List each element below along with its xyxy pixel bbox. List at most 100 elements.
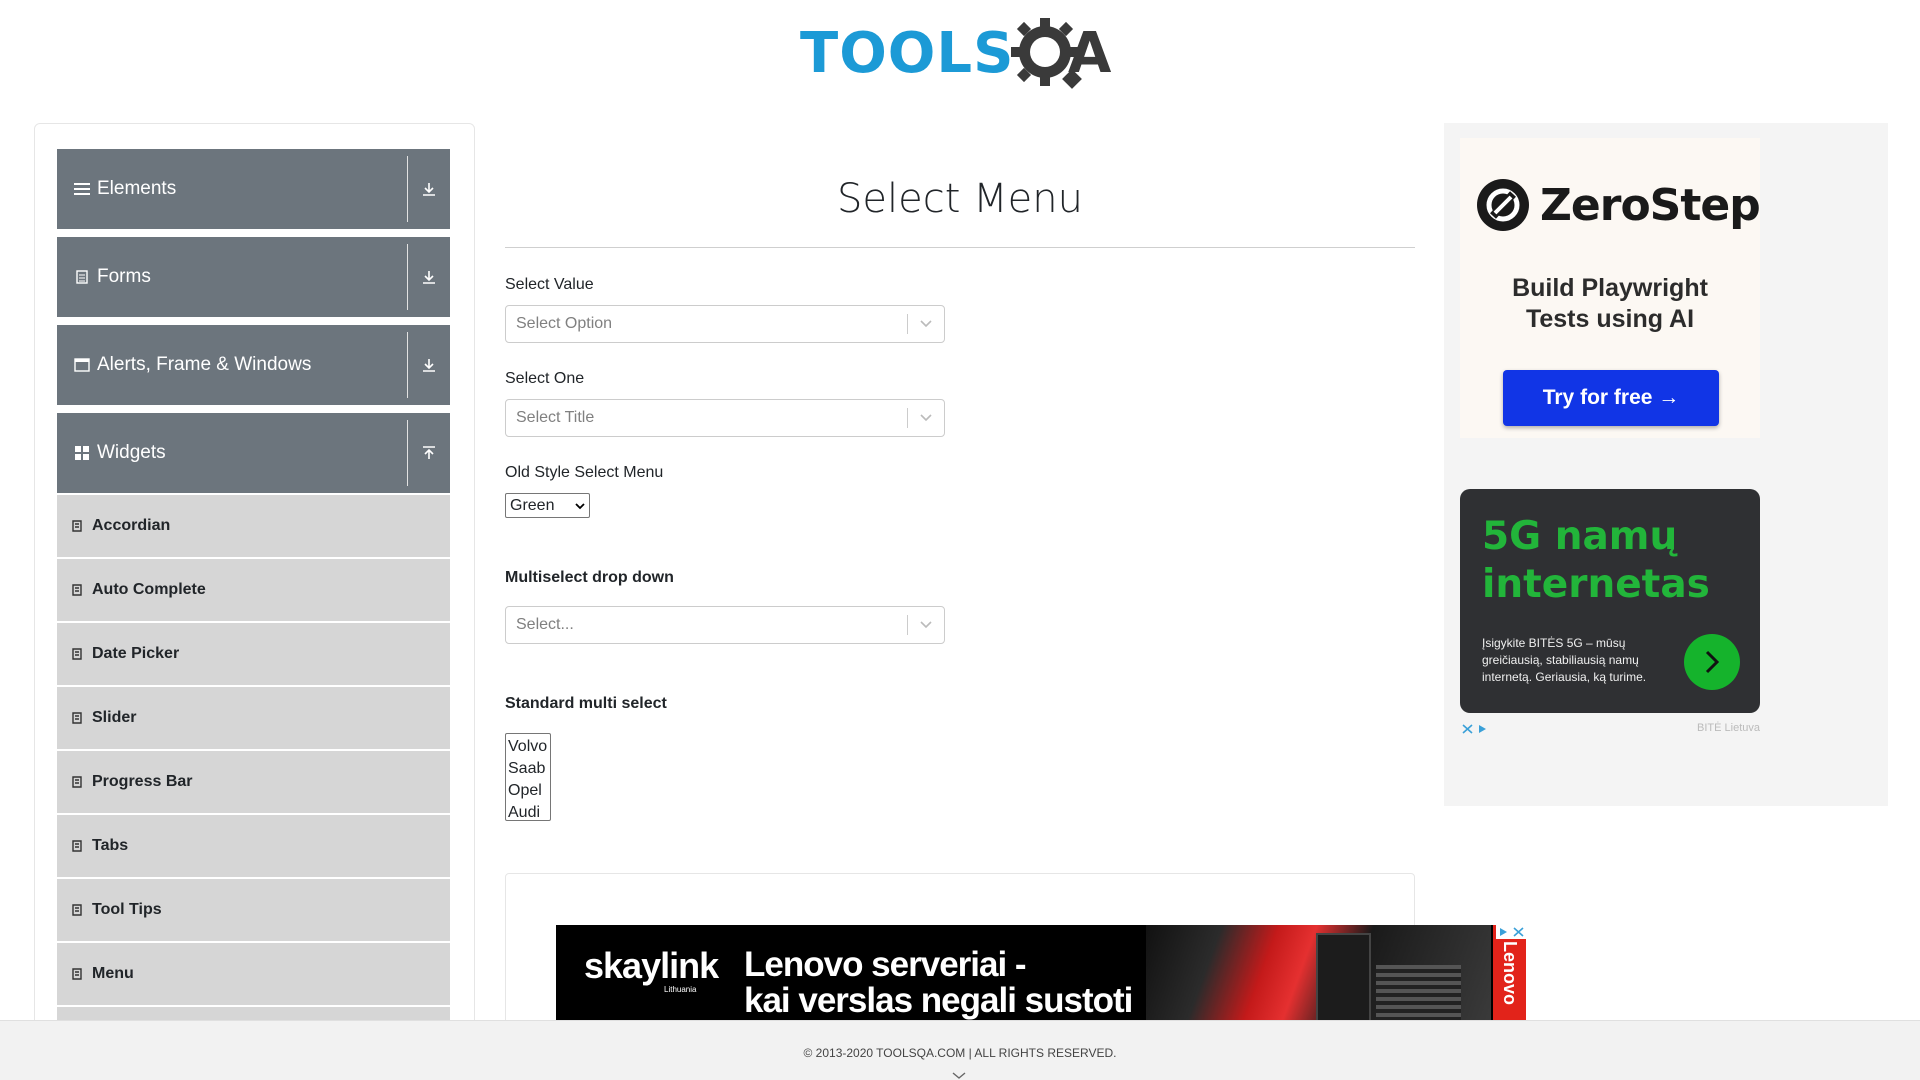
sidebar-group-forms[interactable]: Forms	[57, 237, 450, 317]
multi-select-option[interactable]: Audi	[506, 802, 550, 824]
collapse-up-icon[interactable]	[408, 446, 450, 460]
right-ad: ZeroStep Build Playwright Tests using AI…	[1444, 123, 1888, 806]
zerostep-logo: ZeroStep	[1476, 178, 1761, 232]
sidebar-group-label: Alerts, Frame & Windows	[97, 354, 312, 375]
ad-info-icon[interactable]	[1475, 722, 1490, 736]
old-style-select-value: Green	[510, 496, 555, 514]
sidebar-item-label: Menu	[92, 965, 134, 982]
multiselect-dropdown[interactable]: Select...	[505, 606, 945, 644]
sidebar-item-auto-complete[interactable]: Auto Complete	[57, 559, 450, 621]
document-icon	[73, 268, 91, 286]
standard-multi-select[interactable]: Volvo Saab Opel Audi	[505, 733, 551, 821]
old-style-select[interactable]: Green	[505, 493, 590, 518]
list-item-icon	[72, 711, 84, 725]
zerostep-logo-icon	[1477, 179, 1529, 231]
banner-brand: skaylink	[584, 945, 719, 986]
ad-close-icon[interactable]	[1460, 722, 1475, 736]
zerostep-tagline-line: Build Playwright	[1512, 274, 1708, 302]
sidebar-item-slider[interactable]: Slider	[57, 687, 450, 749]
window-icon	[73, 356, 91, 374]
sidebar-group-widgets[interactable]: Widgets	[57, 413, 450, 493]
sidebar-group-elements[interactable]: Elements	[57, 149, 450, 229]
expand-down-icon[interactable]	[408, 270, 450, 284]
select-one-label: Select One	[505, 370, 585, 387]
chevron-down-icon	[571, 502, 589, 510]
sidebar-item-menu[interactable]: Menu	[57, 943, 450, 1005]
sidebar-item-label: Accordian	[92, 517, 171, 534]
sidebar-item-label: Auto Complete	[92, 581, 206, 598]
select-one-dropdown[interactable]: Select Title	[505, 399, 945, 437]
logo-text-tools: TOOLS	[800, 21, 1015, 86]
expand-down-icon[interactable]	[408, 358, 450, 372]
sidebar-group-label: Widgets	[97, 442, 166, 463]
sidebar-item-accordian[interactable]: Accordian	[57, 495, 450, 557]
sidebar-item-label: Date Picker	[92, 645, 180, 662]
left-sidebar: Elements Forms Alerts, Frame & Windows W…	[34, 123, 475, 1080]
multiselect-placeholder: Select...	[516, 616, 574, 633]
chevron-right-icon	[1705, 650, 1720, 674]
multi-select-option[interactable]: Saab	[506, 758, 550, 780]
banner-ad[interactable]: skaylink Lithuania Lenovo serveriai - ka…	[556, 925, 1526, 1022]
multiselect-label: Multiselect drop down	[505, 569, 674, 586]
zerostep-tagline: Build Playwright Tests using AI	[1460, 273, 1760, 335]
chevron-down-icon[interactable]	[952, 1067, 966, 1080]
sidebar-item-label: Tool Tips	[92, 901, 162, 918]
standard-multi-select-label: Standard multi select	[505, 695, 667, 712]
sidebar-item-tabs[interactable]: Tabs	[57, 815, 450, 877]
sidebar-item-label: Slider	[92, 709, 137, 726]
page-title: Select Menu	[837, 176, 1083, 222]
zerostep-name: ZeroStep	[1540, 179, 1761, 231]
expand-down-icon[interactable]	[408, 182, 450, 196]
ad-info-icon[interactable]	[1496, 925, 1511, 939]
sidebar-item-tool-tips[interactable]: Tool Tips	[57, 879, 450, 941]
bite-headline-line: 5G namų	[1482, 514, 1678, 559]
select-one-placeholder: Select Title	[516, 409, 595, 426]
site-logo[interactable]: TOOLS A	[800, 14, 1125, 94]
zerostep-tagline-line: Tests using AI	[1525, 305, 1695, 333]
sidebar-group-label: Forms	[97, 266, 151, 287]
bite-brand: BITĖ Lietuva	[1697, 722, 1760, 734]
copyright-text: © 2013-2020 TOOLSQA.COM | ALL RIGHTS RES…	[803, 1046, 1117, 1060]
list-item-icon	[72, 583, 84, 597]
list-item-icon	[72, 647, 84, 661]
list-item-icon	[72, 775, 84, 789]
ad-close-icon[interactable]	[1511, 925, 1526, 939]
bite-go-button[interactable]	[1684, 634, 1740, 690]
multi-select-option[interactable]: Volvo	[506, 736, 550, 758]
zerostep-ad[interactable]: ZeroStep Build Playwright Tests using AI…	[1460, 138, 1761, 438]
bite-headline-line: internetas	[1482, 562, 1710, 607]
select-value-label: Select Value	[505, 276, 594, 293]
page: TOOLS A Elements Forms Alerts, Frame & W…	[0, 0, 1920, 1080]
bite-ad-footer: BITĖ Lietuva	[1460, 722, 1760, 736]
banner-headline-2: kai verslas negali sustoti	[744, 981, 1133, 1020]
list-item-icon	[72, 519, 84, 533]
old-style-select-label: Old Style Select Menu	[505, 464, 664, 481]
multi-select-option[interactable]: Opel	[506, 780, 550, 802]
list-item-icon	[72, 839, 84, 853]
sidebar-group-label: Elements	[97, 178, 177, 199]
banner-headline-1: Lenovo serveriai -	[744, 945, 1027, 984]
chevron-down-icon	[908, 319, 944, 329]
lenovo-logo: Lenovo	[1493, 925, 1526, 1022]
chevron-down-icon	[908, 620, 944, 630]
sidebar-group-alerts[interactable]: Alerts, Frame & Windows	[57, 325, 450, 405]
try-for-free-button[interactable]: Try for free →	[1503, 370, 1719, 426]
bite-description: Įsigykite BITĖS 5G – mūsų greičiausią, s…	[1482, 636, 1647, 684]
select-value-placeholder: Select Option	[516, 315, 613, 332]
list-item-icon	[72, 967, 84, 981]
server-rack-image	[1376, 965, 1461, 1022]
ad-choices[interactable]	[1496, 925, 1526, 939]
bite-5g-ad[interactable]: 5G namų internetas Įsigykite BITĖS 5G – …	[1460, 489, 1760, 713]
grid-icon	[73, 444, 91, 462]
sidebar-item-date-picker[interactable]: Date Picker	[57, 623, 450, 685]
banner-brand-sub: Lithuania	[664, 985, 697, 994]
sidebar-item-label: Tabs	[92, 837, 129, 854]
select-value-dropdown[interactable]: Select Option	[505, 305, 945, 343]
sidebar-item-label: Progress Bar	[92, 773, 193, 790]
sidebar-item-progress-bar[interactable]: Progress Bar	[57, 751, 450, 813]
hamburger-icon	[73, 180, 91, 198]
ad-choices[interactable]	[1460, 722, 1490, 736]
title-divider	[505, 247, 1415, 248]
list-item-icon	[72, 903, 84, 917]
bite-headline: 5G namų internetas	[1482, 513, 1710, 609]
